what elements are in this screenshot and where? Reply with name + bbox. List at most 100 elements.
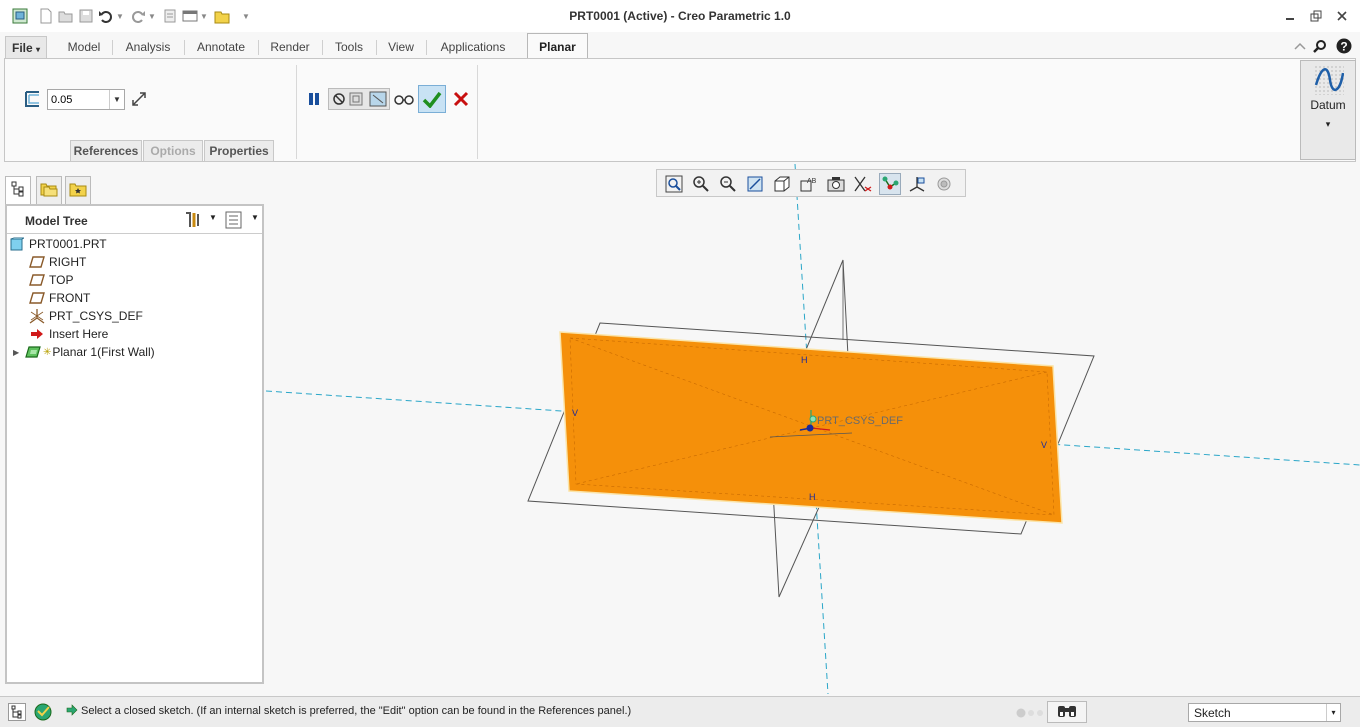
part-icon xyxy=(9,236,25,252)
model-tree-panel: Model Tree ▼ ▼ PRT0001.PRT RIGHT TOP FRO… xyxy=(5,204,264,684)
svg-text:AB: AB xyxy=(807,178,817,185)
spin-center-icon[interactable] xyxy=(933,173,955,195)
pause-icon[interactable] xyxy=(303,88,325,110)
minimize-icon[interactable] xyxy=(1282,8,1298,24)
view-toolbar: AB xyxy=(656,169,966,197)
tab-analysis[interactable]: Analysis xyxy=(114,36,182,59)
datum-plane-icon xyxy=(29,254,45,270)
zoom-out-icon[interactable] xyxy=(717,173,739,195)
ribbon-tabs: File ▾ Model Analysis Annotate Render To… xyxy=(0,33,1360,59)
window-title: PRT0001 (Active) - Creo Parametric 1.0 xyxy=(569,9,791,23)
tree-item-label: PRT_CSYS_DEF xyxy=(49,309,143,323)
navigator-tabs xyxy=(5,176,265,204)
annotation-display-icon[interactable] xyxy=(879,173,901,195)
regeneration-status-icon xyxy=(1016,707,1046,721)
show-columns-dropdown-icon[interactable]: ▼ xyxy=(251,213,259,222)
options-button[interactable]: Options xyxy=(143,140,203,162)
model-viewport[interactable]: H H V V PRT_CSYS_DEF xyxy=(265,163,1360,695)
favorites-icon xyxy=(69,181,87,200)
datum-dropdown-arrow[interactable]: ▾ xyxy=(1301,119,1355,130)
tree-item-label: Insert Here xyxy=(49,327,109,341)
tree-item-top[interactable]: TOP xyxy=(29,271,73,289)
flip-thickness-icon[interactable] xyxy=(128,88,150,110)
tree-item-planar-1[interactable]: ▶ ✳ Planar 1(First Wall) xyxy=(13,343,155,361)
plane-tag-h-top: H xyxy=(801,355,808,365)
show-browser-icon[interactable] xyxy=(34,703,52,724)
tab-favorites[interactable] xyxy=(65,176,91,204)
binoculars-icon xyxy=(1057,703,1077,722)
plane-tag-v-left: V xyxy=(572,408,578,418)
search-icon[interactable] xyxy=(1312,38,1328,54)
tree-item-part[interactable]: PRT0001.PRT xyxy=(9,235,107,253)
saved-orientations-icon[interactable]: AB xyxy=(798,173,820,195)
svg-text:?: ? xyxy=(1340,40,1347,54)
plane-tag-h-bottom: H xyxy=(809,492,816,502)
tab-applications[interactable]: Applications xyxy=(428,36,518,59)
sheetmetal-wall-icon xyxy=(25,344,41,360)
tab-model-tree[interactable] xyxy=(5,176,31,204)
minimize-ribbon-icon[interactable] xyxy=(1292,38,1308,54)
datum-label: Datum xyxy=(1310,98,1346,112)
tree-item-label: TOP xyxy=(49,273,74,287)
help-icon[interactable]: ? xyxy=(1336,38,1352,54)
tab-folder-browser[interactable] xyxy=(36,176,62,204)
verify-glasses-icon[interactable] xyxy=(393,88,415,110)
refit-icon[interactable] xyxy=(663,173,685,195)
tree-item-csys[interactable]: PRT_CSYS_DEF xyxy=(29,307,143,325)
show-columns-icon[interactable] xyxy=(225,211,243,232)
tab-annotate[interactable]: Annotate xyxy=(186,36,256,59)
properties-button[interactable]: Properties xyxy=(204,140,274,162)
preview-modes[interactable] xyxy=(328,88,390,110)
planar-dashboard: ▼ References Options Properties xyxy=(4,58,1356,162)
selection-filter-value: Sketch xyxy=(1194,706,1231,720)
expand-arrow-icon[interactable]: ▶ xyxy=(13,348,25,357)
tree-item-label: PRT0001.PRT xyxy=(29,237,107,251)
message-arrow-icon xyxy=(66,704,78,719)
datum-group[interactable]: Datum ▾ xyxy=(1300,60,1356,160)
insert-arrow-icon xyxy=(29,326,45,342)
repaint-icon[interactable] xyxy=(744,173,766,195)
tree-item-insert-here[interactable]: Insert Here xyxy=(29,325,108,343)
csys-display-icon[interactable] xyxy=(906,173,928,195)
status-bar: Select a closed sketch. (If an internal … xyxy=(0,696,1360,727)
restore-icon[interactable] xyxy=(1308,8,1324,24)
datum-display-icon[interactable] xyxy=(852,173,874,195)
accept-button[interactable] xyxy=(418,85,446,113)
plane-tag-v-right: V xyxy=(1041,440,1047,450)
view-manager-icon[interactable] xyxy=(825,173,847,195)
csys-icon xyxy=(29,308,45,324)
cancel-button[interactable] xyxy=(450,88,472,110)
datum-plane-icon xyxy=(29,272,45,288)
graphics-window[interactable]: H H V V PRT_CSYS_DEF xyxy=(265,163,1360,695)
tab-tools[interactable]: Tools xyxy=(324,36,374,59)
model-tree-icon xyxy=(10,181,26,200)
thickness-combo[interactable]: ▼ xyxy=(47,89,125,110)
tab-file[interactable]: File ▾ xyxy=(5,36,47,59)
tree-settings-dropdown-icon[interactable]: ▼ xyxy=(209,213,217,222)
selection-filter-arrow[interactable]: ▾ xyxy=(1326,704,1340,721)
selection-filter-dropdown[interactable]: Sketch ▾ xyxy=(1188,703,1341,722)
tree-item-front[interactable]: FRONT xyxy=(29,289,90,307)
csys-label: PRT_CSYS_DEF xyxy=(817,415,903,427)
datum-plane-icon xyxy=(29,290,45,306)
tab-view[interactable]: View xyxy=(378,36,424,59)
tab-model[interactable]: Model xyxy=(58,36,110,59)
tree-item-label: FRONT xyxy=(49,291,91,305)
display-style-icon[interactable] xyxy=(771,173,793,195)
zoom-in-icon[interactable] xyxy=(690,173,712,195)
references-button[interactable]: References xyxy=(70,140,142,162)
tree-settings-icon[interactable] xyxy=(183,211,203,232)
datum-sketch-icon xyxy=(1314,65,1345,98)
thickness-dropdown-arrow[interactable]: ▼ xyxy=(109,90,124,109)
tab-planar[interactable]: Planar xyxy=(527,33,588,59)
thickness-icon xyxy=(21,88,43,110)
show-navigator-icon[interactable] xyxy=(8,703,26,724)
tab-render[interactable]: Render xyxy=(260,36,320,59)
status-message: Select a closed sketch. (If an internal … xyxy=(81,705,632,717)
new-feature-star-icon: ✳ xyxy=(43,346,52,358)
thickness-input[interactable] xyxy=(48,90,108,109)
tree-item-right[interactable]: RIGHT xyxy=(29,253,86,271)
model-tree-header: Model Tree ▼ ▼ xyxy=(7,206,262,234)
close-icon[interactable] xyxy=(1334,8,1350,24)
find-button[interactable] xyxy=(1047,701,1087,723)
